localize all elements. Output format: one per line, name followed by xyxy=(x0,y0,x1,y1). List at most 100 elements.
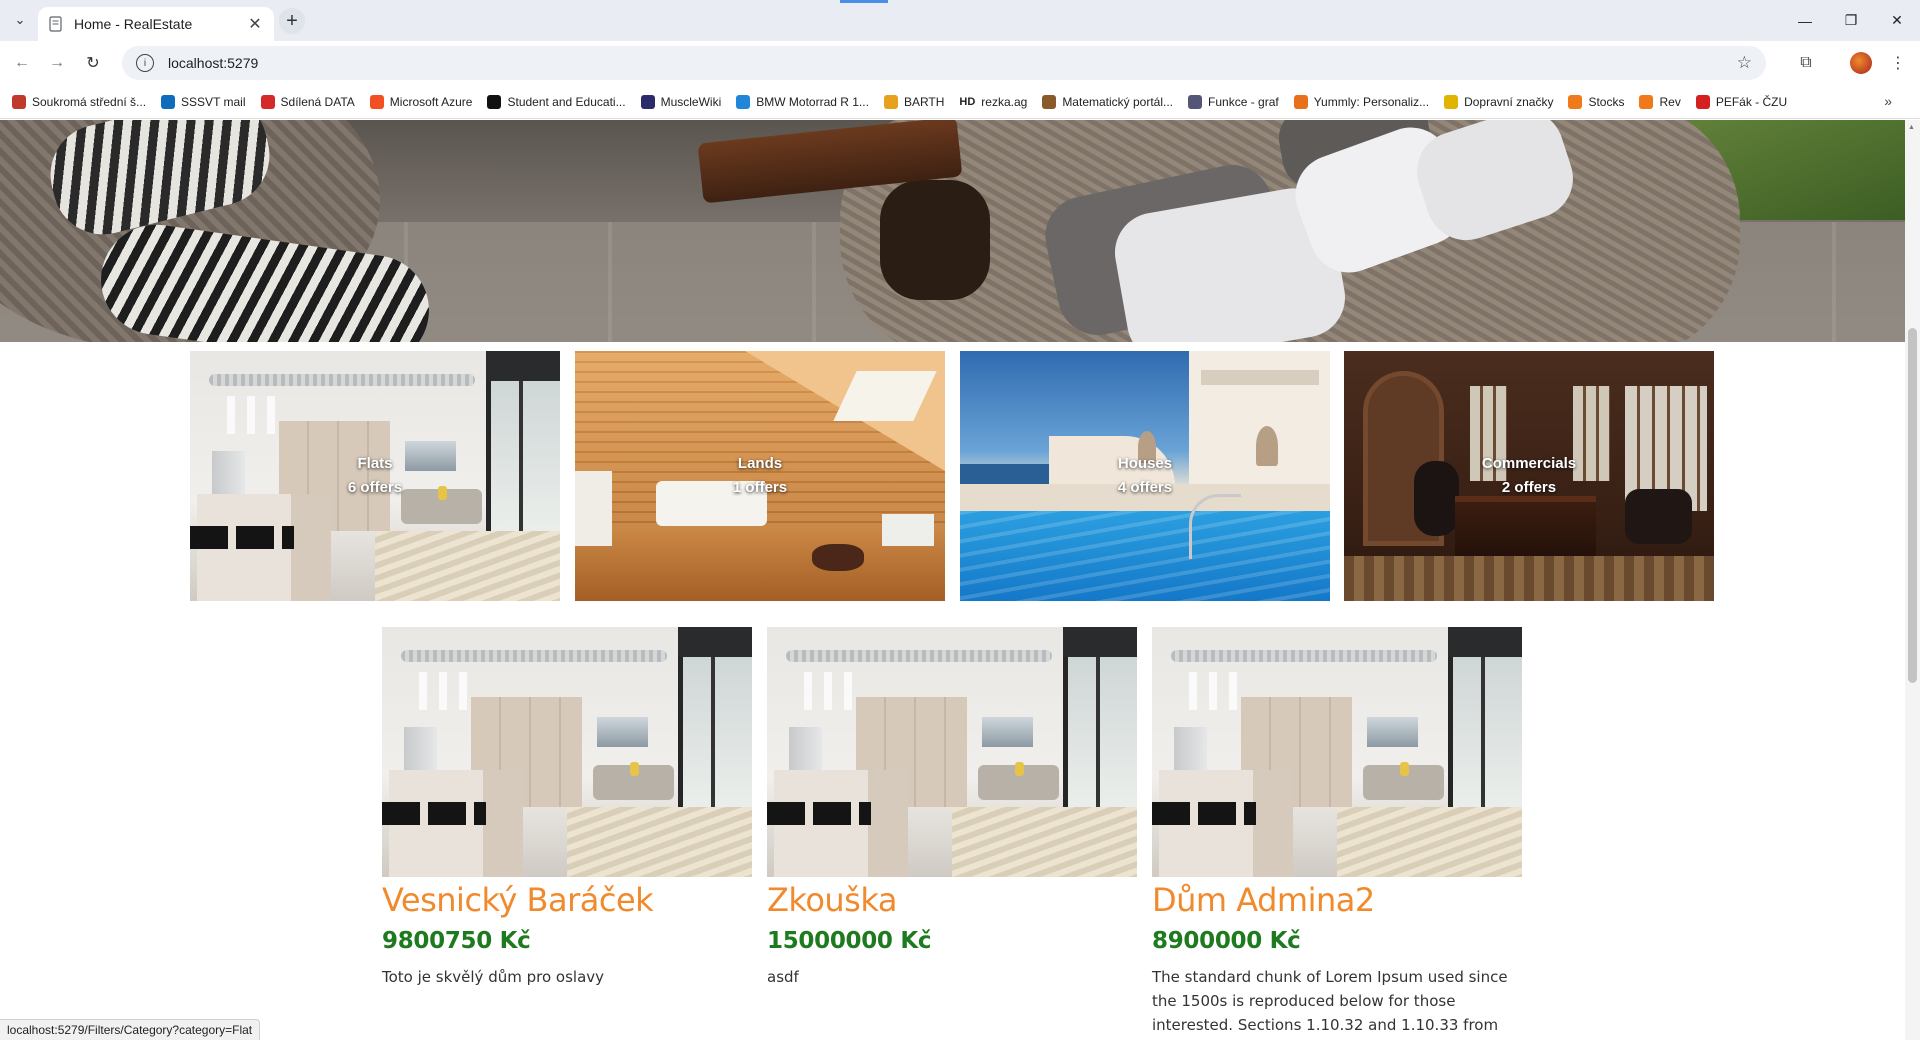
menu-kebab-icon[interactable]: ⋮ xyxy=(1886,51,1910,75)
yummly-icon xyxy=(1293,94,1308,109)
folder-icon xyxy=(260,94,275,109)
listing-title[interactable]: Vesnický Baráček xyxy=(382,879,752,921)
category-card-lands[interactable]: Lands 1 offers xyxy=(575,351,945,601)
listing-photo[interactable] xyxy=(767,627,1137,877)
bookmark-item[interactable]: MuscleWiki xyxy=(640,94,722,109)
page-scrollbar[interactable]: ▲ xyxy=(1905,120,1920,1040)
school-icon xyxy=(12,94,26,109)
category-grid: Flats 6 offers Lands 1 offers Houses 4 o… xyxy=(190,351,1714,601)
category-offers: 6 offers xyxy=(347,479,403,496)
bookmark-label: Microsoft Azure xyxy=(389,94,473,109)
browser-toolbar: ← → ↻ i localhost:5279 ☆ ⧉ ⋮ xyxy=(0,41,1920,85)
reload-icon[interactable]: ↻ xyxy=(81,51,105,75)
stocks-icon xyxy=(1568,94,1583,109)
sign-icon xyxy=(1444,94,1459,109)
czu-icon xyxy=(1695,94,1710,109)
scroll-up-arrow-icon[interactable]: ▲ xyxy=(1908,124,1915,131)
page-favicon-icon xyxy=(49,16,62,32)
listing-photo[interactable] xyxy=(1152,627,1522,877)
bookmark-label: SSSVT mail xyxy=(181,94,246,109)
address-text[interactable]: localhost:5279 xyxy=(168,55,258,71)
status-url-bubble: localhost:5279/Filters/Category?category… xyxy=(0,1019,261,1040)
listing-description: Toto je skvělý dům pro oslavy xyxy=(382,968,605,986)
bookmark-label: Yummly: Personaliz... xyxy=(1313,94,1430,109)
bookmark-label: BMW Motorrad R 1... xyxy=(756,94,869,109)
hero-banner-image xyxy=(0,120,1905,342)
bookmark-item[interactable]: Rev xyxy=(1639,94,1681,109)
listing-grid: Vesnický Baráček 9800750 Kč Toto je skvě… xyxy=(382,627,1522,1040)
bookmark-label: Stocks xyxy=(1588,94,1625,109)
active-tab[interactable]: Home - RealEstate ✕ xyxy=(38,7,274,41)
listing-title[interactable]: Zkouška xyxy=(767,879,1137,921)
bookmark-item[interactable]: Funkce - graf xyxy=(1188,94,1279,109)
bookmark-item[interactable]: HD rezka.ag xyxy=(959,95,1027,109)
bookmark-item[interactable]: Student and Educati... xyxy=(487,94,626,109)
bookmark-item[interactable]: Soukromá střední š... xyxy=(12,94,147,109)
bookmarks-bar: Soukromá střední š... SSSVT mail Sdílená D… xyxy=(0,85,1920,119)
bookmark-label: Student and Educati... xyxy=(507,94,626,109)
profile-avatar[interactable] xyxy=(1850,52,1872,74)
listing-description: The standard chunk of Lorem Ipsum used s… xyxy=(1152,968,1508,1034)
listing-photo[interactable] xyxy=(382,627,752,877)
bookmark-item[interactable]: PEFák - ČZU xyxy=(1695,94,1788,109)
math-icon xyxy=(1042,94,1057,109)
category-label: Commercials 2 offers xyxy=(1344,351,1714,601)
bookmark-item[interactable]: Matematický portál... xyxy=(1042,94,1174,109)
extensions-puzzle-icon[interactable]: ⧉ xyxy=(1794,51,1818,75)
category-card-houses[interactable]: Houses 4 offers xyxy=(960,351,1330,601)
site-info-icon[interactable]: i xyxy=(136,54,154,72)
address-bar[interactable]: i localhost:5279 ☆ xyxy=(122,46,1766,80)
listing-price: 8900000 Kč xyxy=(1152,928,1301,954)
window-controls: — ❐ ✕ xyxy=(1782,0,1920,41)
bookmark-label: Soukromá střední š... xyxy=(32,94,147,109)
bookmark-item[interactable]: BARTH xyxy=(883,94,944,109)
bookmark-label: Sdílená DATA xyxy=(280,94,355,109)
restore-icon[interactable]: ❐ xyxy=(1828,0,1874,41)
bookmark-item[interactable]: Yummly: Personaliz... xyxy=(1293,94,1430,109)
student-icon xyxy=(487,94,502,109)
bookmark-label: MuscleWiki xyxy=(660,94,722,109)
musclewiki-icon xyxy=(640,94,655,109)
tab-strip: ⌄ Home - RealEstate ✕ + — ❐ ✕ xyxy=(0,0,1920,41)
bookmark-item[interactable]: Dopravní značky xyxy=(1444,94,1554,109)
bookmark-item[interactable]: Stocks xyxy=(1568,94,1625,109)
minimize-icon[interactable]: — xyxy=(1782,0,1828,41)
bookmark-item[interactable]: BMW Motorrad R 1... xyxy=(736,94,869,109)
category-card-flats[interactable]: Flats 6 offers xyxy=(190,351,560,601)
listing-card: Zkouška 15000000 Kč asdf xyxy=(767,627,1137,989)
tab-loading-indicator xyxy=(840,0,888,3)
category-card-commercials[interactable]: Commercials 2 offers xyxy=(1344,351,1714,601)
microsoft-icon xyxy=(369,94,384,109)
bookmarks-overflow-icon[interactable]: » xyxy=(1884,93,1892,109)
category-name: Lands xyxy=(737,455,783,472)
category-label: Flats 6 offers xyxy=(190,351,560,601)
scrollbar-thumb[interactable] xyxy=(1908,328,1917,683)
bookmark-item[interactable]: Sdílená DATA xyxy=(260,94,355,109)
listing-card: Vesnický Baráček 9800750 Kč Toto je skvě… xyxy=(382,627,752,989)
bookmark-item[interactable]: SSSVT mail xyxy=(161,94,246,109)
page-viewport: Flats 6 offers Lands 1 offers Houses 4 o… xyxy=(0,120,1905,1040)
bookmark-label: Dopravní značky xyxy=(1464,94,1554,109)
category-offers: 2 offers xyxy=(1501,479,1557,496)
category-name: Commercials xyxy=(1481,455,1577,472)
listing-card: Dům Admina2 8900000 Kč The standard chun… xyxy=(1152,627,1522,1040)
forward-arrow-icon[interactable]: → xyxy=(45,51,69,75)
bookmark-star-icon[interactable]: ☆ xyxy=(1737,53,1752,73)
outlook-icon xyxy=(161,94,176,109)
barth-icon xyxy=(883,94,898,109)
tab-close-icon[interactable]: ✕ xyxy=(246,14,264,34)
listing-title[interactable]: Dům Admina2 xyxy=(1152,879,1522,921)
new-tab-button[interactable]: + xyxy=(279,8,305,34)
bookmark-label: Matematický portál... xyxy=(1062,94,1174,109)
close-window-icon[interactable]: ✕ xyxy=(1874,0,1920,41)
bookmark-label: Funkce - graf xyxy=(1208,94,1279,109)
bookmark-item[interactable]: Microsoft Azure xyxy=(369,94,473,109)
bookmark-label: rezka.ag xyxy=(981,94,1028,109)
tab-search-chevron-icon[interactable]: ⌄ xyxy=(8,8,32,32)
listing-description: asdf xyxy=(767,968,799,986)
back-arrow-icon[interactable]: ← xyxy=(10,51,34,75)
bookmark-label: PEFák - ČZU xyxy=(1715,94,1788,109)
category-offers: 1 offers xyxy=(732,479,788,496)
bmw-icon xyxy=(736,94,751,109)
graph-icon xyxy=(1188,94,1203,109)
